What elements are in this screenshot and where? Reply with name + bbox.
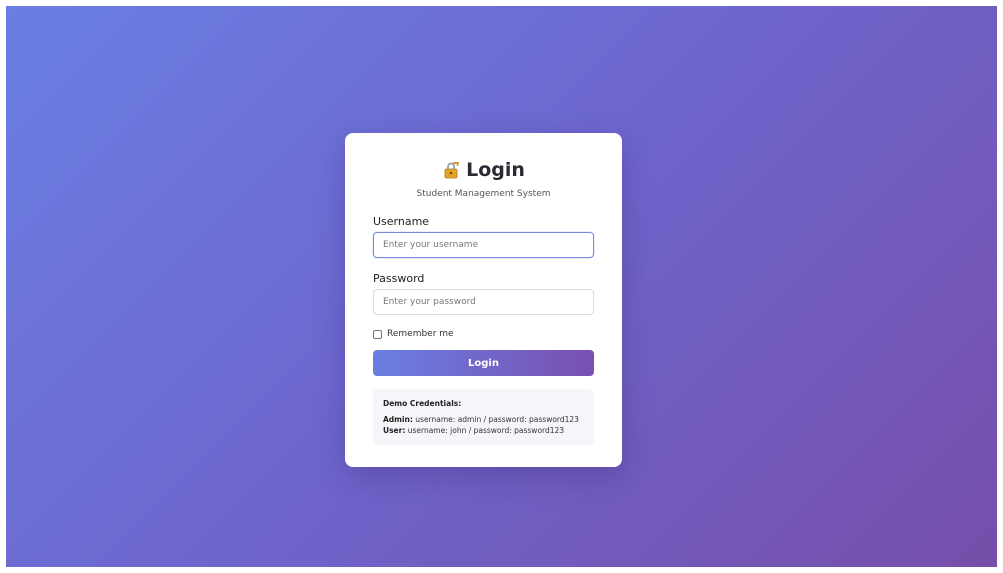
demo-credentials-title: Demo Credentials: [383,399,462,408]
demo-user-role: User: [383,426,406,435]
demo-credentials-box: Demo Credentials: Admin: username: admin… [373,389,594,445]
login-card: Login Student Management System Username… [345,133,622,467]
remember-me-row[interactable]: Remember me [373,327,594,341]
demo-user-text: username: john / password: password123 [407,426,565,435]
remember-me-checkbox[interactable] [373,329,382,339]
demo-admin-text: username: admin / password: password123 [415,415,579,424]
demo-admin-role: Admin: [383,415,413,424]
page-title: Login [466,159,525,181]
demo-admin-line: Admin: username: admin / password: passw… [383,414,584,425]
page-subtitle: Student Management System [416,189,551,199]
login-button[interactable]: Login [373,350,594,376]
username-label: Username [373,215,430,228]
lock-with-key-icon [442,161,460,179]
password-label: Password [373,272,425,285]
page-background: Login Student Management System Username… [6,6,997,567]
remember-me-label[interactable]: Remember me [387,329,454,339]
login-header: Login [373,157,594,183]
username-input[interactable] [373,232,594,258]
password-input[interactable] [373,289,594,315]
demo-user-line: User: username: john / password: passwor… [383,425,584,436]
